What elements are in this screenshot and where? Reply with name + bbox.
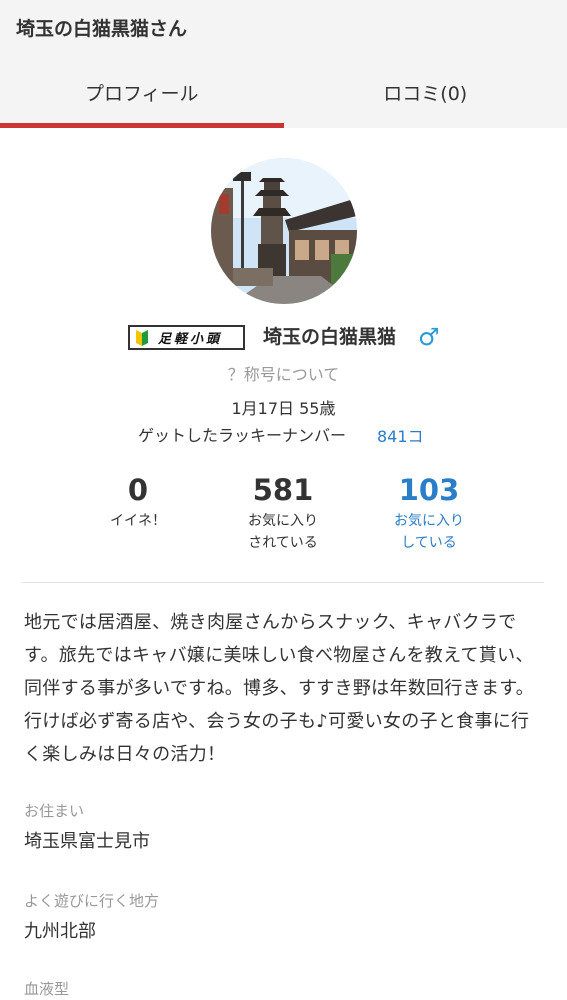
stat-likes: 0 イイネ！ (63, 470, 213, 532)
tab-profile[interactable]: プロフィール (0, 62, 284, 128)
stat-favorited-by: 581 お気に入り されている (208, 470, 358, 554)
beginner-mark-icon (136, 329, 148, 346)
avatar-photo (211, 158, 357, 304)
frequent-area-value: 九州北部 (24, 921, 96, 942)
stat-favorited-by-label-line2: されている (248, 535, 318, 551)
stat-favoriting-link[interactable]: 103 お気に入り している (354, 470, 504, 554)
tab-reviews[interactable]: ロコミ(0) (284, 62, 567, 128)
frequent-area-label: よく遊びに行く地方 (24, 892, 160, 910)
stat-likes-label: イイネ！ (110, 513, 166, 529)
page-header: 埼玉の白猫黒猫さん プロフィール ロコミ(0) (0, 0, 567, 128)
rank-badge: 足軽小頭 (128, 325, 245, 350)
residence-label: お住まい (24, 802, 85, 820)
title-help-link[interactable]: ？称号について (0, 361, 567, 385)
lucky-number-label: ゲットしたラッキーナンバー (138, 426, 347, 445)
stat-favoriting-count: 103 (398, 473, 460, 507)
blood-type-label: 血液型 (24, 980, 70, 998)
stat-favoriting-label-line2: している (401, 535, 457, 551)
profile-name-row: 足軽小頭 埼玉の白猫黒猫 ♂ (0, 320, 567, 354)
tab-bar: プロフィール ロコミ(0) (0, 62, 567, 128)
section-divider (22, 582, 544, 583)
birthday-age: 1月17日 55歳 (231, 399, 336, 418)
avatar (211, 158, 357, 304)
profile-bio: 地元では居酒屋、焼き肉屋さんからスナック、キャバクラです。旅先ではキャバ嬢に美味… (24, 612, 535, 765)
stat-favorited-by-label-line1: お気に入り (248, 513, 318, 529)
page-title: 埼玉の白猫黒猫さん (16, 18, 188, 40)
stat-favoriting-label-line1: お気に入り (394, 513, 464, 529)
male-icon: ♂ (418, 323, 440, 351)
user-name: 埼玉の白猫黒猫 (263, 326, 397, 348)
stat-likes-count: 0 (127, 473, 149, 507)
lucky-number-link[interactable]: 841コ (377, 423, 424, 447)
residence-value: 埼玉県富士見市 (24, 831, 150, 852)
rank-badge-label: 足軽小頭 (158, 332, 223, 347)
stat-favorited-by-count: 581 (252, 473, 314, 507)
stats-row: 0 イイネ！ 581 お気に入り されている 103 お気に入り している (0, 470, 567, 560)
